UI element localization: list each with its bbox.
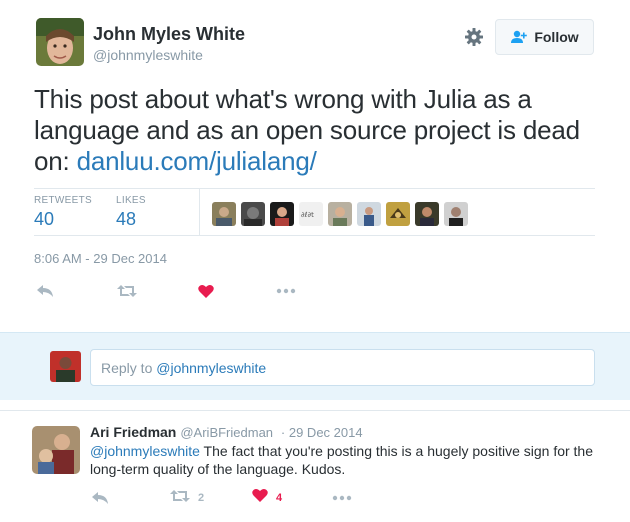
add-user-icon	[510, 30, 528, 44]
reply-header: Ari Friedman @AriBFriedman · 29 Dec 2014	[90, 424, 363, 440]
reply-placeholder-prefix: Reply to	[101, 360, 157, 376]
like-count: 4	[276, 492, 283, 504]
liker-avatar[interactable]	[386, 202, 410, 226]
tweet-stats: RETWEETS 40 LIKES 48 ∂ℓ∂t	[34, 188, 595, 236]
liker-avatar[interactable]	[415, 202, 439, 226]
follow-label: Follow	[534, 29, 579, 45]
avatar	[50, 351, 81, 382]
reply-date[interactable]: · 29 Dec 2014	[281, 425, 363, 440]
likes-stat[interactable]: LIKES 48	[116, 195, 146, 230]
reply-icon[interactable]	[90, 489, 110, 507]
liker-avatar[interactable]	[444, 202, 468, 226]
likes-count: 48	[116, 209, 137, 229]
liker-avatar[interactable]: ∂ℓ∂t	[299, 202, 323, 226]
stats-divider	[199, 189, 200, 235]
tweet-text: This post about what's wrong with Julia …	[34, 84, 604, 177]
likes-label: LIKES	[116, 195, 146, 206]
retweets-count: 40	[34, 209, 55, 229]
liker-avatar[interactable]	[241, 202, 265, 226]
reply-mention[interactable]: @johnmyleswhite	[90, 443, 200, 459]
reply-composer: Reply to @johnmyleswhite	[0, 332, 630, 400]
follow-button[interactable]: Follow	[495, 19, 594, 55]
more-icon[interactable]	[331, 489, 353, 507]
more-icon[interactable]	[275, 282, 297, 300]
retweets-label: RETWEETS	[34, 195, 92, 206]
reply-placeholder-mention: @johnmyleswhite	[156, 360, 267, 376]
reply-tweet[interactable]: Ari Friedman @AriBFriedman · 29 Dec 2014 …	[0, 410, 630, 522]
reply-input[interactable]: Reply to @johnmyleswhite	[90, 349, 595, 386]
reply-author-name[interactable]: Ari Friedman	[90, 424, 176, 440]
reply-text: @johnmyleswhite The fact that you're pos…	[90, 442, 600, 478]
retweets-stat[interactable]: RETWEETS 40	[34, 195, 92, 230]
svg-text:∂ℓ∂t: ∂ℓ∂t	[301, 211, 314, 219]
liker-avatar[interactable]	[357, 202, 381, 226]
like-action[interactable]: 4	[252, 488, 302, 508]
retweet-action[interactable]: 2	[170, 489, 220, 507]
liker-avatar[interactable]	[270, 202, 294, 226]
liker-avatar[interactable]	[212, 202, 236, 226]
retweet-count: 2	[198, 492, 205, 504]
reply-author-handle[interactable]: @AriBFriedman	[180, 425, 273, 440]
tweet-timestamp[interactable]: 8:06 AM - 29 Dec 2014	[34, 251, 167, 266]
avatar[interactable]	[36, 18, 84, 66]
likers-avatars: ∂ℓ∂t	[212, 202, 468, 226]
gear-icon[interactable]	[464, 27, 484, 47]
liker-avatar[interactable]	[328, 202, 352, 226]
avatar[interactable]	[32, 426, 80, 474]
tweet-link[interactable]: danluu.com/julialang/	[77, 146, 317, 176]
reply-icon[interactable]	[34, 282, 56, 300]
author-handle[interactable]: @johnmyleswhite	[93, 47, 203, 63]
author-name[interactable]: John Myles White	[93, 24, 245, 45]
retweet-icon	[170, 489, 190, 508]
main-tweet: John Myles White @johnmyleswhite Follow …	[0, 0, 630, 332]
heart-icon	[252, 488, 268, 508]
retweet-icon[interactable]	[116, 282, 138, 300]
heart-icon[interactable]	[195, 282, 217, 300]
